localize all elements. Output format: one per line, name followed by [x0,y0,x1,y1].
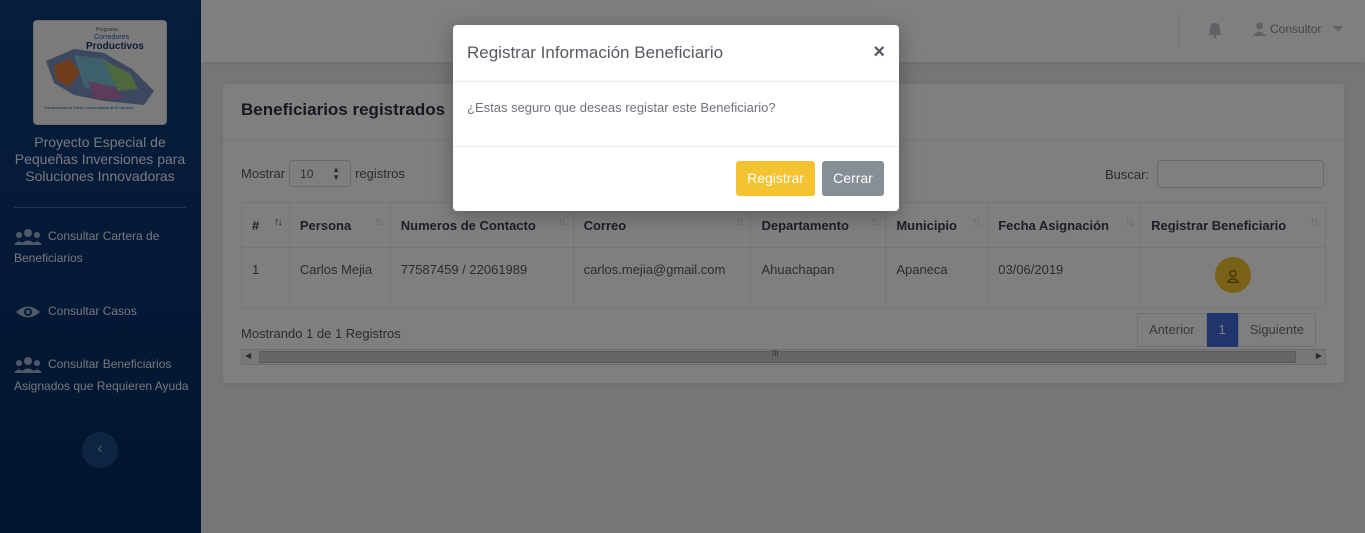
modal-divider [453,146,899,147]
modal-message: ¿Estas seguro que deseas registar este B… [467,100,776,115]
cancel-button[interactable]: Cerrar [822,161,884,196]
confirm-register-button[interactable]: Registrar [736,161,815,196]
modal-divider [453,81,899,82]
modal-title: Registrar Información Beneficiario [467,43,724,62]
close-icon[interactable]: × [873,41,885,64]
confirm-modal: Registrar Información Beneficiario × ¿Es… [453,25,899,211]
